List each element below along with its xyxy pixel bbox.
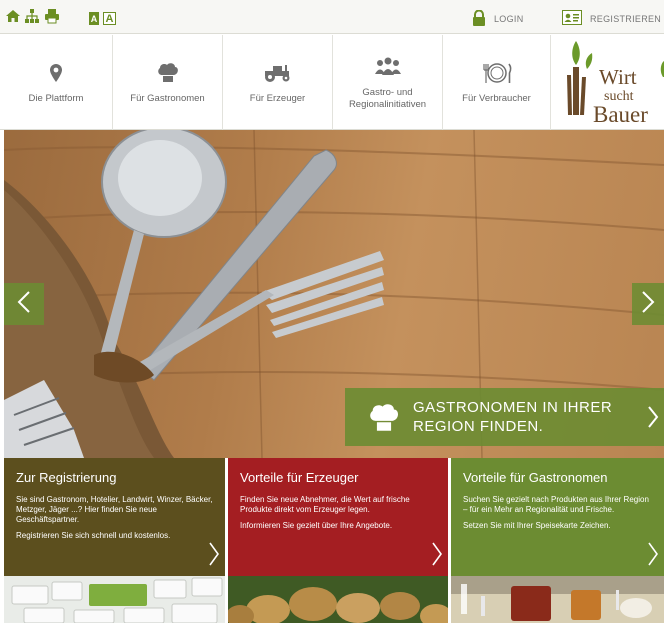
nav-item-label: Die Plattform bbox=[28, 93, 84, 104]
panel-text: Registrieren Sie sich schnell und kosten… bbox=[16, 531, 171, 540]
cta-line-2: REGION FINDEN. bbox=[413, 418, 544, 435]
location-pin-icon bbox=[49, 61, 63, 85]
chevron-right-icon[interactable] bbox=[208, 541, 220, 572]
lock-icon bbox=[472, 9, 486, 28]
restaurant-image bbox=[451, 576, 664, 623]
cta-line-1: GASTRONOMEN IN IHRER bbox=[413, 399, 613, 416]
sitemap-icon[interactable] bbox=[24, 8, 40, 24]
top-bar: A A LOGIN REGISTRIEREN bbox=[0, 0, 664, 34]
nav-item-label: Für Verbraucher bbox=[462, 93, 531, 104]
group-icon bbox=[372, 55, 404, 79]
chevron-left-icon bbox=[17, 290, 31, 319]
plate-cutlery-icon bbox=[481, 61, 513, 85]
chevron-right-icon bbox=[647, 405, 659, 434]
logo-text-wirt: Wirt bbox=[599, 65, 637, 89]
tractor-icon bbox=[263, 61, 293, 85]
slider-prev-button[interactable] bbox=[4, 283, 44, 325]
font-size-small-button[interactable]: A bbox=[89, 12, 99, 25]
panel-text: Setzen Sie mit Ihrer Speisekarte Zeichen… bbox=[463, 521, 611, 530]
panel-vorteile-gastronomen[interactable]: Vorteile für Gastronomen Suchen Sie gezi… bbox=[451, 458, 664, 576]
panel-text: Sie sind Gastronom, Hotelier, Landwirt, … bbox=[16, 495, 213, 524]
nav-item-initiativen[interactable]: Gastro- und Regionalinitiativen bbox=[333, 35, 443, 130]
panel-text: Finden Sie neue Abnehmer, die Wert auf f… bbox=[240, 495, 410, 514]
chevron-right-icon[interactable] bbox=[647, 541, 659, 572]
nav-item-label: Gastro- und Regionalinitiativen bbox=[348, 87, 427, 110]
nav-item-label: Für Erzeuger bbox=[249, 93, 306, 104]
print-icon[interactable] bbox=[44, 8, 60, 24]
login-link[interactable]: LOGIN bbox=[472, 9, 524, 28]
chevron-right-icon bbox=[641, 290, 655, 319]
wirt-sucht-bauer-logo[interactable]: Wirt sucht Bauer bbox=[551, 35, 664, 130]
panel-text: Suchen Sie gezielt nach Produkten aus Ih… bbox=[463, 495, 649, 514]
slider-next-button[interactable] bbox=[632, 283, 664, 325]
nav-item-erzeuger[interactable]: Für Erzeuger bbox=[223, 35, 333, 130]
chef-hat-icon bbox=[156, 61, 180, 85]
register-link[interactable]: REGISTRIEREN bbox=[562, 10, 661, 27]
logo-text-bauer: Bauer bbox=[593, 102, 648, 127]
chevron-right-icon[interactable] bbox=[431, 541, 443, 572]
cta-text: GASTRONOMEN IN IHRER REGION FINDEN. bbox=[413, 398, 643, 436]
main-navigation: Die Plattform Für Gastronomen Für Erzeug… bbox=[0, 35, 664, 130]
register-label: REGISTRIEREN bbox=[590, 13, 662, 24]
nav-item-verbraucher[interactable]: Für Verbraucher bbox=[443, 35, 551, 130]
chef-hat-icon bbox=[367, 402, 401, 439]
nav-item-plattform[interactable]: Die Plattform bbox=[0, 35, 113, 130]
find-gastronomen-cta[interactable]: GASTRONOMEN IN IHRER REGION FINDEN. bbox=[345, 388, 664, 446]
id-card-icon bbox=[562, 10, 582, 27]
home-icon[interactable] bbox=[5, 8, 21, 24]
nav-item-gastronomen[interactable]: Für Gastronomen bbox=[113, 35, 223, 130]
potatoes-image bbox=[228, 576, 448, 623]
panel-vorteile-erzeuger[interactable]: Vorteile für Erzeuger Finden Sie neue Ab… bbox=[228, 458, 448, 576]
nav-item-label: Für Gastronomen bbox=[130, 93, 205, 104]
login-label: LOGIN bbox=[494, 14, 524, 24]
panel-text: Informieren Sie gezielt über Ihre Angebo… bbox=[240, 521, 393, 530]
font-size-large-button[interactable]: A bbox=[103, 12, 116, 25]
panel-registrierung[interactable]: Zur Registrierung Sie sind Gastronom, Ho… bbox=[4, 458, 225, 576]
panel-title: Zur Registrierung bbox=[16, 470, 117, 485]
panel-title: Vorteile für Erzeuger bbox=[240, 470, 359, 485]
panel-title: Vorteile für Gastronomen bbox=[463, 470, 608, 485]
keyboard-image bbox=[4, 576, 225, 623]
